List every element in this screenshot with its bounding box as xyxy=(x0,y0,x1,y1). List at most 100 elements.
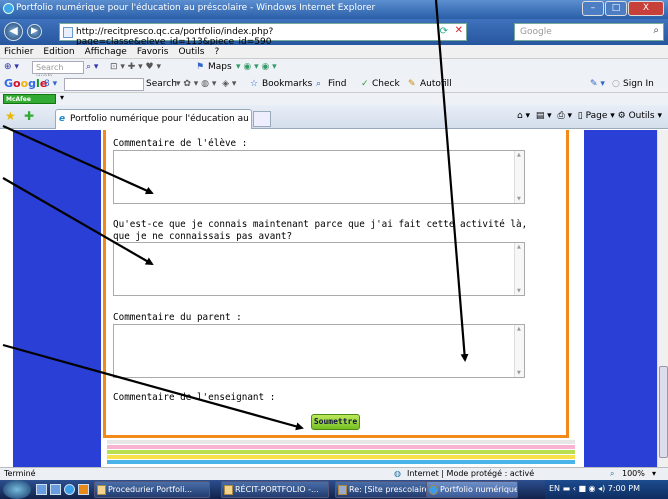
teacher-comment-label: Commentaire de l'enseignant : xyxy=(113,392,276,403)
google-misc-icons[interactable]: ▾ ✿ ▾ ◍ ▾ ◈ ▾ xyxy=(176,79,236,89)
toolbar-logo-icon[interactable]: ⊕ ▾ xyxy=(4,62,19,72)
taskbar: Procedurier Portfoli... RÉCIT-PORTFOLIO … xyxy=(0,480,668,499)
google-toolbar: Google 8 ▾ Search ▾ ✿ ▾ ◍ ▾ ◈ ▾ ☆ Bookma… xyxy=(0,76,668,93)
check-button[interactable]: Check xyxy=(372,79,400,89)
zoom-dropdown-icon[interactable]: ▾ xyxy=(652,468,656,480)
menu-affichage[interactable]: Affichage xyxy=(85,45,127,58)
mcafee-siteadvisor-button[interactable]: McAfee SiteAdvisor xyxy=(3,94,56,112)
clock[interactable]: 7:00 PM xyxy=(608,484,640,493)
url-field[interactable]: http://recitpresco.qc.ca/portfolio/index… xyxy=(59,23,467,47)
status-bar: Terminé ◍ Internet | Mode protégé : acti… xyxy=(0,467,668,480)
right-blue-panel xyxy=(584,130,657,467)
parent-comment-label: Commentaire du parent : xyxy=(113,312,242,323)
tab-label: Portfolio numérique pour l'éducation au … xyxy=(70,114,251,124)
quicklaunch-desktop-icon[interactable] xyxy=(36,484,47,495)
find-button[interactable]: Find xyxy=(328,79,346,89)
toolbar-tools-icons[interactable]: ⊡ ▾ ✚ ▾ ♥ ▾ xyxy=(110,62,161,72)
find-icon[interactable]: ⌕ xyxy=(316,79,321,89)
mcafee-dropdown-icon[interactable]: ▾ xyxy=(60,93,64,102)
submit-button[interactable]: Soumettre xyxy=(311,414,360,430)
quicklaunch-switch-icon[interactable] xyxy=(50,484,61,495)
search-placeholder: Google xyxy=(520,27,552,37)
language-indicator[interactable]: EN xyxy=(549,484,560,493)
tools-gear-icon: ⚙ xyxy=(617,111,626,121)
forward-button[interactable]: ▶ xyxy=(27,24,42,39)
tab-portfolio[interactable]: e Portfolio numérique pour l'éducation a… xyxy=(55,109,252,129)
maximize-button[interactable]: □ xyxy=(605,1,627,16)
google-g-dropdown[interactable]: 8 ▾ xyxy=(44,79,57,89)
stripe xyxy=(107,460,575,464)
page-icon: ▯ xyxy=(577,111,583,121)
zoom-level[interactable]: 100% xyxy=(622,468,645,480)
window-title: Portfolio numérique pour l'éducation au … xyxy=(16,3,376,13)
eleve-comment-label: Commentaire de l'élève : xyxy=(113,138,248,149)
home-icon[interactable]: ⌂ ▾ xyxy=(517,111,530,121)
tray-icons[interactable]: ▬ ‹ ■ ◉ ◂) xyxy=(563,484,606,493)
maps-label[interactable]: Maps xyxy=(208,62,232,72)
new-tab-button[interactable] xyxy=(253,111,271,127)
ie-tab-icon: e xyxy=(59,114,66,124)
print-icon[interactable]: ⎙ ▾ xyxy=(557,111,572,121)
autofill-icon[interactable]: ✎ xyxy=(408,79,416,89)
quicklaunch-media-icon[interactable] xyxy=(78,484,89,495)
bookmarks-star-icon[interactable]: ☆ xyxy=(250,79,258,89)
quicklaunch-ie-icon[interactable] xyxy=(64,484,75,495)
left-blue-panel xyxy=(13,130,101,467)
toolbar-search-icon[interactable]: ⌕ ▾ xyxy=(86,62,98,72)
scrollbar-thumb[interactable] xyxy=(659,366,668,458)
minimize-button[interactable]: – xyxy=(582,1,604,16)
sign-in-icon: ○ xyxy=(612,79,620,89)
address-bar-row: ◀ ▶ http://recitpresco.qc.ca/portfolio/i… xyxy=(0,19,668,47)
back-button[interactable]: ◀ xyxy=(4,22,23,41)
task-recit-portfolio[interactable]: RÉCIT-PORTFOLIO -... xyxy=(221,481,329,498)
zoom-icon: ⌕ xyxy=(610,469,615,478)
eleve-comment-textarea[interactable] xyxy=(113,150,525,204)
outils-menu[interactable]: Outils xyxy=(629,111,655,121)
stop-icon[interactable]: ✕ xyxy=(455,25,463,36)
maps-icon[interactable]: ⚑ xyxy=(196,62,204,72)
form-card: Commentaire de l'élève : Qu'est-ce que j… xyxy=(101,130,584,467)
menu-help[interactable]: ? xyxy=(214,45,219,58)
add-favorites-icon[interactable]: ✚ xyxy=(24,109,34,123)
menu-fichier[interactable]: Fichier xyxy=(4,45,33,58)
sign-in-link[interactable]: Sign In xyxy=(623,79,654,89)
close-button[interactable]: X xyxy=(628,1,664,16)
task-procedurier[interactable]: Procedurier Portfoli... xyxy=(94,481,210,498)
search-icon[interactable]: ⌕ xyxy=(653,25,659,36)
start-button[interactable] xyxy=(3,480,31,499)
security-zone: Internet | Mode protégé : activé xyxy=(407,469,535,478)
menu-favoris[interactable]: Favoris xyxy=(137,45,169,58)
page-scrollbar[interactable] xyxy=(657,130,668,467)
menu-bar: Fichier Edition Affichage Favoris Outils… xyxy=(0,45,668,59)
autofill-button[interactable]: Autofill xyxy=(420,79,452,89)
menu-edition[interactable]: Edition xyxy=(43,45,74,58)
bookmarks-button[interactable]: Bookmarks xyxy=(262,79,312,89)
toolbar-search-input[interactable]: Search web.. xyxy=(32,61,84,81)
stripe xyxy=(107,455,575,459)
favorites-star-icon[interactable]: ★ xyxy=(5,109,16,123)
google-search-button[interactable]: Search xyxy=(146,79,177,89)
learning-question-textarea[interactable] xyxy=(113,242,525,296)
textarea-scrollbar[interactable] xyxy=(514,151,524,203)
parent-comment-textarea[interactable] xyxy=(113,324,525,378)
textarea-scrollbar[interactable] xyxy=(514,243,524,295)
url-text: http://recitpresco.qc.ca/portfolio/index… xyxy=(76,27,274,47)
feeds-icon[interactable]: ▤ ▾ xyxy=(536,111,552,121)
toolbar-misc-icons[interactable]: ▾ ◉ ▾ ◉ ▾ xyxy=(236,62,277,72)
check-icon[interactable]: ✓ xyxy=(361,79,369,89)
wrench-icon[interactable]: ✎ ▾ xyxy=(590,79,605,89)
learning-question-label-2: que je ne connaissais pas avant? xyxy=(113,231,293,242)
refresh-icon[interactable]: ⟳ xyxy=(440,26,448,37)
page-content: Commentaire de l'élève : Qu'est-ce que j… xyxy=(0,130,657,467)
stripe xyxy=(107,445,575,449)
command-bar: ⌂ ▾ ▤ ▾ ⎙ ▾ ▯ Page ▾ ⚙ Outils ▾ xyxy=(516,111,662,121)
globe-icon: ◍ xyxy=(394,469,401,478)
textarea-scrollbar[interactable] xyxy=(514,325,524,377)
menu-outils[interactable]: Outils xyxy=(178,45,204,58)
search-input[interactable]: Google ⌕ xyxy=(514,23,664,41)
page-menu[interactable]: Page xyxy=(586,111,608,121)
task-portfolio-numerique[interactable]: Portfolio numérique... xyxy=(426,481,518,498)
google-search-input[interactable] xyxy=(64,78,144,91)
tab-bar: ★ ✚ e Portfolio numérique pour l'éducati… xyxy=(0,105,668,129)
stripe xyxy=(107,450,575,454)
